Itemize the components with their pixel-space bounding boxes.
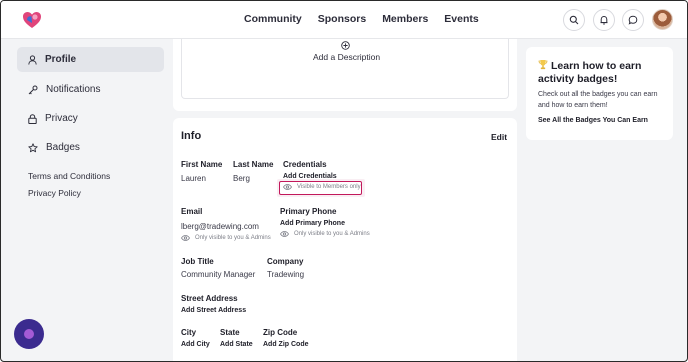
last-name-value: Berg xyxy=(233,174,250,183)
sidebar-item-label: Badges xyxy=(46,142,80,153)
sidebar-item-label: Notifications xyxy=(46,84,101,95)
sidebar-item-profile[interactable]: Profile xyxy=(17,47,164,72)
eye-icon xyxy=(280,231,289,237)
search-button[interactable] xyxy=(563,9,585,31)
add-primary-phone-link[interactable]: Add Primary Phone xyxy=(280,220,345,227)
see-all-badges-link[interactable]: See All the Badges You Can Earn xyxy=(538,117,648,124)
email-visibility-label: Only visible to you & Admins xyxy=(195,235,271,241)
email-label: Email xyxy=(181,207,203,216)
add-description-button[interactable]: Add a Description xyxy=(313,52,380,62)
eye-icon xyxy=(181,235,190,241)
email-visibility[interactable]: Only visible to you & Admins xyxy=(181,235,271,241)
credentials-label: Credentials xyxy=(283,160,327,169)
main-nav: Community Sponsors Members Events xyxy=(244,13,479,25)
primary-phone-label: Primary Phone xyxy=(280,207,337,216)
search-icon xyxy=(569,15,579,25)
email-value: lberg@tradewing.com xyxy=(181,222,259,231)
add-city-link[interactable]: Add City xyxy=(181,341,210,348)
terms-link[interactable]: Terms and Conditions xyxy=(28,171,110,181)
messages-button[interactable] xyxy=(622,9,644,31)
trophy-icon xyxy=(538,60,548,70)
company-label: Company xyxy=(267,257,304,266)
chat-icon xyxy=(628,15,638,25)
sidebar-item-privacy[interactable]: Privacy xyxy=(17,106,164,131)
state-label: State xyxy=(220,328,240,337)
info-title: Info xyxy=(181,130,202,142)
bell-icon xyxy=(600,15,608,25)
add-street-address-link[interactable]: Add Street Address xyxy=(181,307,246,314)
job-title-label: Job Title xyxy=(181,257,214,266)
credentials-visibility-label: Visible to Members only xyxy=(297,184,361,190)
city-label: City xyxy=(181,328,197,337)
phone-visibility[interactable]: Only visible to you & Admins xyxy=(280,231,370,237)
nav-sponsors[interactable]: Sponsors xyxy=(318,13,366,25)
phone-visibility-label: Only visible to you & Admins xyxy=(294,231,370,237)
key-icon xyxy=(28,85,38,94)
lock-icon xyxy=(28,113,37,124)
credentials-visibility[interactable]: Visible to Members only xyxy=(283,184,361,190)
star-icon xyxy=(28,142,38,152)
plus-circle-icon[interactable] xyxy=(341,41,350,50)
notifications-button[interactable] xyxy=(593,9,615,31)
avatar[interactable] xyxy=(652,9,673,30)
nav-members[interactable]: Members xyxy=(382,13,428,25)
company-value: Tradewing xyxy=(267,270,305,279)
sidebar-item-label: Profile xyxy=(45,54,77,65)
sidebar-item-label: Privacy xyxy=(45,113,78,124)
badges-promo-title: Learn how to earn activity badges! xyxy=(538,59,668,86)
chat-launcher-button[interactable] xyxy=(14,319,44,349)
heart-logo-icon[interactable] xyxy=(22,10,42,30)
nav-community[interactable]: Community xyxy=(244,13,302,25)
eye-icon xyxy=(283,184,292,190)
add-zip-code-link[interactable]: Add Zip Code xyxy=(263,341,309,348)
sidebar-item-badges[interactable]: Badges xyxy=(17,135,164,160)
sidebar-item-notifications[interactable]: Notifications xyxy=(17,77,164,102)
top-navbar: Community Sponsors Members Events xyxy=(1,1,687,39)
badges-promo-body: Check out all the badges you can earn an… xyxy=(538,91,658,109)
nav-events[interactable]: Events xyxy=(444,13,478,25)
street-address-label: Street Address xyxy=(181,294,238,303)
badges-promo-title-text: Learn how to earn activity badges! xyxy=(538,60,642,85)
privacy-policy-link[interactable]: Privacy Policy xyxy=(28,188,81,198)
user-icon xyxy=(28,54,37,65)
job-title-value: Community Manager xyxy=(181,270,256,279)
chat-launcher-dot xyxy=(24,329,34,339)
app-window: Community Sponsors Members Events Profil… xyxy=(0,0,688,362)
add-state-link[interactable]: Add State xyxy=(220,341,253,348)
last-name-label: Last Name xyxy=(233,160,274,169)
first-name-value: Lauren xyxy=(181,174,206,183)
first-name-label: First Name xyxy=(181,160,223,169)
edit-button[interactable]: Edit xyxy=(491,132,507,142)
zip-code-label: Zip Code xyxy=(263,328,298,337)
